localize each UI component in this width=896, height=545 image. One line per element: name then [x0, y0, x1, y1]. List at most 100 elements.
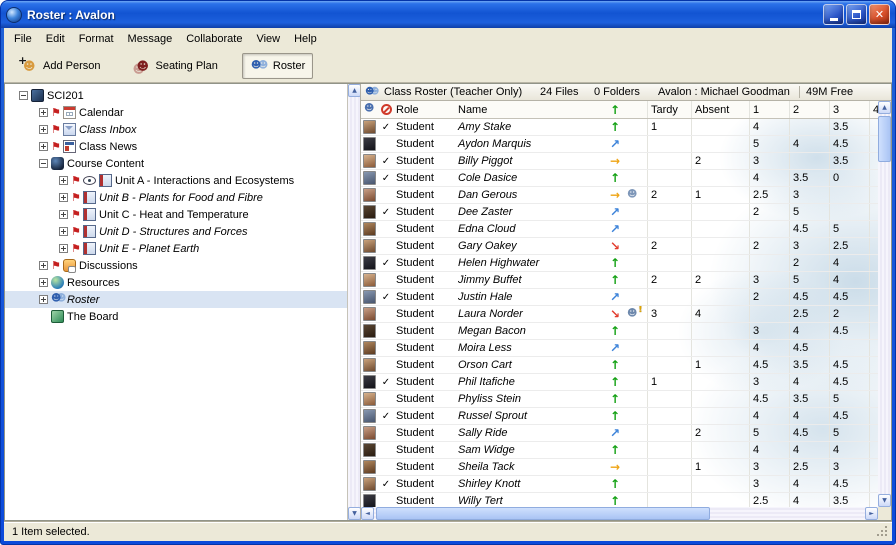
- plus-box[interactable]: [39, 142, 48, 151]
- menu-file[interactable]: File: [7, 31, 39, 47]
- unit-icon: [83, 191, 96, 204]
- menu-view[interactable]: View: [249, 31, 287, 47]
- table-row[interactable]: StudentSheila Tack132.53: [361, 459, 878, 476]
- menu-format[interactable]: Format: [72, 31, 121, 47]
- tree-item-unit-d-structures-and-forces[interactable]: Unit D - Structures and Forces: [5, 223, 347, 240]
- table-row[interactable]: StudentMoira Less44.5: [361, 340, 878, 357]
- scroll-left-button[interactable]: [361, 507, 374, 520]
- badge-cell: [625, 408, 647, 424]
- plus-box[interactable]: [39, 108, 48, 117]
- scroll-up-button[interactable]: [878, 101, 891, 114]
- scroll-thumb[interactable]: [878, 116, 891, 162]
- table-row[interactable]: StudentLaura Norder342.52: [361, 306, 878, 323]
- period4-column-header[interactable]: 4: [869, 101, 878, 118]
- period3-column-header[interactable]: 3: [829, 101, 869, 118]
- plus-box[interactable]: [59, 193, 68, 202]
- table-row[interactable]: StudentHelen Highwater24: [361, 255, 878, 272]
- tree-item-unit-e-planet-earth[interactable]: Unit E - Planet Earth: [5, 240, 347, 257]
- table-row[interactable]: StudentAmy Stake143.5: [361, 119, 878, 136]
- tree-item-discussions[interactable]: Discussions: [5, 257, 347, 274]
- menu-message[interactable]: Message: [121, 31, 180, 47]
- resize-grip[interactable]: [877, 526, 889, 538]
- scroll-track[interactable]: [374, 507, 865, 520]
- tree-item-the-board[interactable]: The Board: [5, 308, 347, 325]
- table-row[interactable]: StudentJustin Hale24.54.5: [361, 289, 878, 306]
- scroll-track[interactable]: [348, 97, 360, 507]
- block-column-header[interactable]: [379, 101, 393, 118]
- avatar-cell: [361, 255, 379, 271]
- plus-box[interactable]: [59, 210, 68, 219]
- tardy-cell: [647, 153, 691, 169]
- table-row[interactable]: StudentSally Ride254.55: [361, 425, 878, 442]
- tree-item-sci201[interactable]: SCI201: [5, 87, 347, 104]
- menu-collaborate[interactable]: Collaborate: [179, 31, 249, 47]
- tree-item-roster[interactable]: Roster: [5, 291, 347, 308]
- badge-column-header[interactable]: [625, 101, 647, 118]
- menu-edit[interactable]: Edit: [39, 31, 72, 47]
- title-bar[interactable]: Roster : Avalon ✕: [1, 1, 895, 28]
- plus-box[interactable]: [59, 244, 68, 253]
- grade-4-cell: [869, 306, 878, 322]
- tardy-column-header[interactable]: Tardy: [647, 101, 691, 118]
- tree-item-class-news[interactable]: Class News: [5, 138, 347, 155]
- close-button[interactable]: ✕: [869, 4, 890, 25]
- scroll-right-button[interactable]: [865, 507, 878, 520]
- scroll-down-button[interactable]: [878, 494, 891, 507]
- roster-button[interactable]: Roster: [242, 53, 313, 79]
- seating-plan-button[interactable]: Seating Plan: [124, 53, 225, 79]
- table-row[interactable]: StudentGary Oakey2232.5: [361, 238, 878, 255]
- table-row[interactable]: StudentAydon Marquis544.5: [361, 136, 878, 153]
- table-row[interactable]: StudentPhil Itafiche1344.5: [361, 374, 878, 391]
- student-photo: [363, 341, 376, 355]
- maximize-button[interactable]: [846, 4, 867, 25]
- tree-item-unit-a-interactions-and-ecosystems[interactable]: Unit A - Interactions and Ecosystems: [5, 172, 347, 189]
- table-row[interactable]: StudentPhyliss Stein4.53.55: [361, 391, 878, 408]
- menu-help[interactable]: Help: [287, 31, 324, 47]
- minimize-button[interactable]: [823, 4, 844, 25]
- trend-column-header[interactable]: [605, 101, 625, 118]
- roster-vertical-scrollbar[interactable]: [878, 101, 891, 507]
- period2-column-header[interactable]: 2: [789, 101, 829, 118]
- minus-box[interactable]: [19, 91, 28, 100]
- tree-item-course-content[interactable]: Course Content: [5, 155, 347, 172]
- tree-item-calendar[interactable]: Calendar: [5, 104, 347, 121]
- unit-icon: [83, 242, 96, 255]
- scroll-thumb[interactable]: [376, 507, 710, 520]
- table-row[interactable]: StudentRussel Sprout444.5: [361, 408, 878, 425]
- roster-horizontal-scrollbar[interactable]: [361, 507, 878, 520]
- table-row[interactable]: StudentJimmy Buffet22354: [361, 272, 878, 289]
- table-row[interactable]: StudentCole Dasice43.50: [361, 170, 878, 187]
- table-row[interactable]: StudentOrson Cart14.53.54.5: [361, 357, 878, 374]
- plus-box[interactable]: [39, 278, 48, 287]
- table-row[interactable]: StudentEdna Cloud4.55: [361, 221, 878, 238]
- info-bar: Class Roster (Teacher Only) 24 Files 0 F…: [361, 84, 891, 101]
- table-row[interactable]: StudentDee Zaster25: [361, 204, 878, 221]
- role-column-header[interactable]: Role: [393, 101, 455, 118]
- period1-column-header[interactable]: 1: [749, 101, 789, 118]
- plus-box[interactable]: [39, 125, 48, 134]
- tree-item-resources[interactable]: Resources: [5, 274, 347, 291]
- absent-column-header[interactable]: Absent: [691, 101, 749, 118]
- table-row[interactable]: StudentShirley Knott344.5: [361, 476, 878, 493]
- add-person-button[interactable]: Add Person: [12, 53, 108, 79]
- table-row[interactable]: StudentSam Widge444: [361, 442, 878, 459]
- tree-item-unit-c-heat-and-temperature[interactable]: Unit C - Heat and Temperature: [5, 206, 347, 223]
- table-row[interactable]: StudentBilly Piggot233.5: [361, 153, 878, 170]
- table-row[interactable]: StudentMegan Bacon344.5: [361, 323, 878, 340]
- plus-box[interactable]: [39, 261, 48, 270]
- scroll-track[interactable]: [878, 114, 891, 494]
- flag-icon: [51, 106, 60, 119]
- table-row[interactable]: StudentDan Gerous212.53: [361, 187, 878, 204]
- plus-box[interactable]: [39, 295, 48, 304]
- grade-2-cell: 5: [789, 204, 829, 220]
- plus-box[interactable]: [59, 176, 68, 185]
- table-row[interactable]: StudentWilly Tert2.543.5: [361, 493, 878, 507]
- tree-item-unit-b-plants-for-food-and-fibre[interactable]: Unit B - Plants for Food and Fibre: [5, 189, 347, 206]
- plus-box[interactable]: [59, 227, 68, 236]
- tree-scrollbar[interactable]: [347, 84, 360, 520]
- minus-box[interactable]: [39, 159, 48, 168]
- member-column-header[interactable]: [361, 101, 379, 118]
- tree-item-class-inbox[interactable]: Class Inbox: [5, 121, 347, 138]
- grade-3-cell: 4.5: [829, 408, 869, 424]
- name-column-header[interactable]: Name: [455, 101, 605, 118]
